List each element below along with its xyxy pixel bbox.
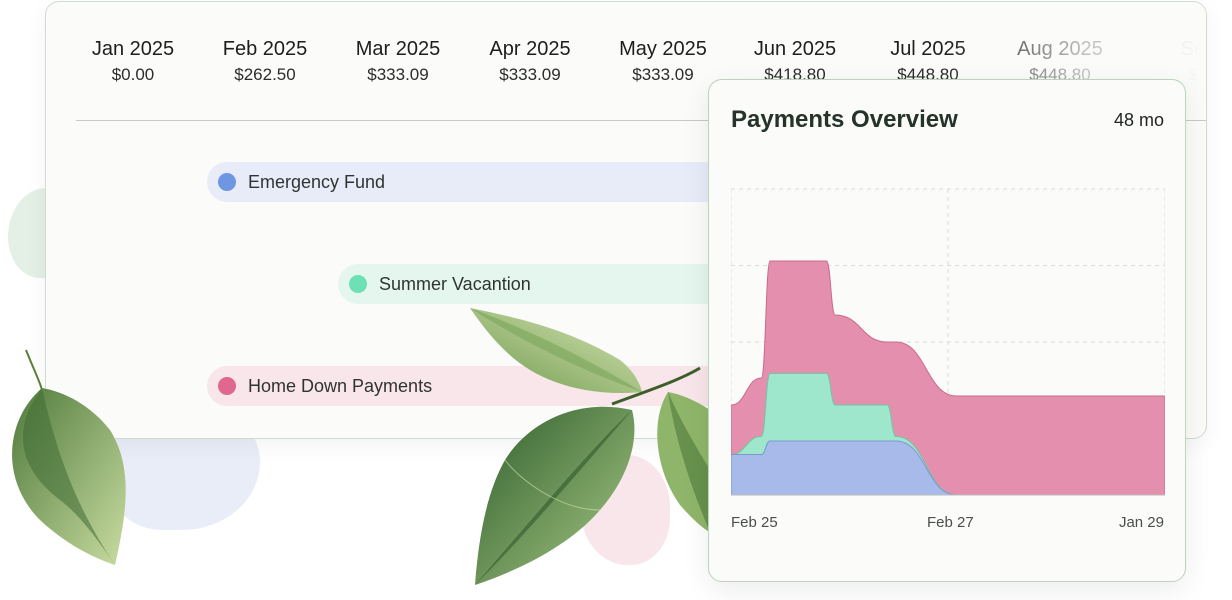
payments-overview-card: Payments Overview 48 mo Feb 25 Feb 27 Ja… [708,79,1186,582]
x-tick-label: Feb 25 [731,514,778,531]
payments-area-chart [731,188,1165,496]
period-selector[interactable]: 48 mo [1114,110,1164,131]
leaf-right [657,392,710,532]
leaf-top-center [470,308,701,406]
leaf-bottom-center [475,406,635,585]
leaf-left [12,349,126,565]
overview-title: Payments Overview [731,106,958,133]
x-tick-label: Feb 27 [927,514,974,531]
x-tick-label: Jan 29 [1118,514,1164,531]
